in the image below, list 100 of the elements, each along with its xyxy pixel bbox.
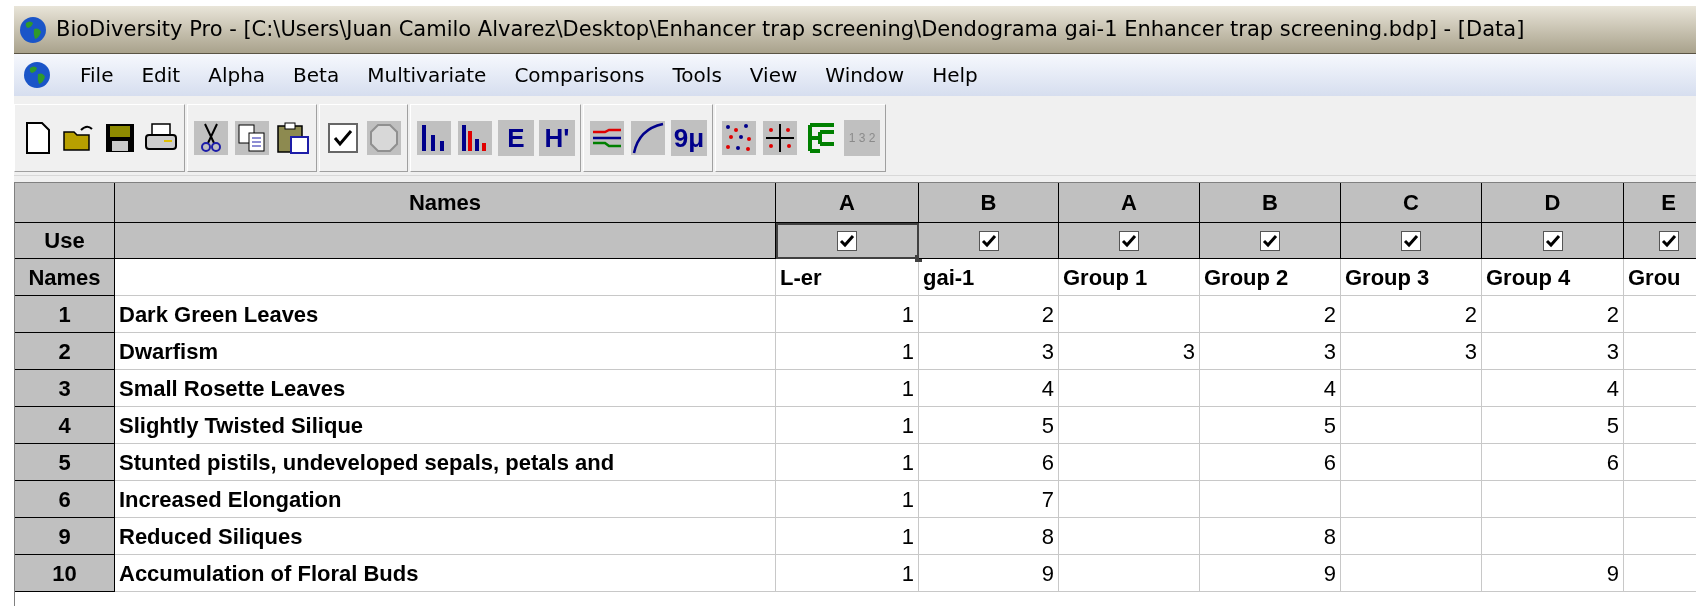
table-cell: 1 [776, 555, 919, 592]
checkbox-icon[interactable] [327, 121, 359, 154]
row-number: 1 [15, 296, 115, 333]
table-cell: 1 [776, 370, 919, 407]
table-cell: 6 [1200, 444, 1341, 481]
app-icon [18, 14, 48, 45]
row-number: 10 [15, 555, 115, 592]
checkbox[interactable] [1658, 230, 1679, 251]
row-name: Stunted pistils, undeveloped sepals, petals and [115, 444, 776, 481]
use-cell[interactable] [1059, 223, 1200, 259]
checkbox[interactable] [837, 230, 857, 251]
column-header: B [919, 183, 1059, 223]
menu-item[interactable]: View [749, 60, 798, 90]
folder-icon[interactable] [63, 123, 95, 152]
table-cell: 1 [776, 518, 919, 555]
menu-item[interactable]: Help [932, 60, 978, 90]
table-cell: 2 [919, 296, 1059, 333]
crosshair-icon[interactable] [763, 120, 797, 155]
row-header: Use [15, 223, 115, 259]
printer-icon[interactable] [144, 122, 178, 153]
checkbox[interactable] [1119, 230, 1139, 251]
column-header: B [1200, 183, 1341, 223]
row-name: Increased Elongation [115, 481, 776, 518]
table-cell: 9 [1200, 555, 1341, 592]
table-cell: 8 [1200, 518, 1341, 555]
use-cell[interactable] [1482, 223, 1624, 259]
row-name: Accumulation of Floral Buds [115, 555, 776, 592]
row-number: 4 [15, 407, 115, 444]
row-number: 5 [15, 444, 115, 481]
lines-icon[interactable] [590, 120, 624, 155]
checkbox[interactable] [978, 230, 999, 251]
scissors-icon[interactable] [194, 120, 228, 155]
table-cell: 6 [919, 444, 1059, 481]
checkbox[interactable] [1542, 230, 1563, 251]
copy-icon[interactable] [235, 120, 269, 155]
column-name: gai-1 [919, 259, 1059, 296]
column-name: Group 3 [1341, 259, 1482, 296]
menu-item[interactable]: Beta [293, 60, 340, 90]
clipboard-icon[interactable] [276, 120, 310, 155]
table-cell: 9 [919, 555, 1059, 592]
octagon-icon[interactable] [367, 120, 401, 155]
row-number: 3 [15, 370, 115, 407]
column-header: E [1624, 183, 1696, 223]
window-title: BioDiversity Pro - [C:\Users\Juan Camilo Alvarez\Desktop\Enhancer trap screening\Dendograma gai-1 Enhancer trap screening.bdp] - [Data] [56, 15, 1525, 43]
table-cell: 2 [1482, 296, 1624, 333]
use-cell[interactable] [1624, 223, 1696, 259]
table-cell: 6 [1482, 444, 1624, 481]
table-cell: 4 [1482, 370, 1624, 407]
row-name: Dark Green Leaves [115, 296, 776, 333]
bar-chart-icon[interactable] [458, 120, 492, 155]
column-header: D [1482, 183, 1624, 223]
table-cell: 1 [776, 296, 919, 333]
table-cell: 4 [919, 370, 1059, 407]
table-cell: 2 [1200, 296, 1341, 333]
bar-chart-icon[interactable] [417, 120, 451, 155]
table-cell: 9 [1482, 555, 1624, 592]
symbol-button[interactable]: E [498, 119, 534, 156]
column-header: Names [115, 183, 776, 223]
table-cell: 3 [919, 333, 1059, 370]
symbol-button[interactable]: 9μ [671, 119, 707, 156]
row-header: Names [15, 259, 115, 296]
column-header: C [1341, 183, 1482, 223]
checkbox[interactable] [1260, 230, 1280, 251]
row-number: 2 [15, 333, 115, 370]
table-cell: 3 [1059, 333, 1200, 370]
table-cell: 3 [1200, 333, 1341, 370]
menu-item[interactable]: Multivariate [367, 60, 487, 90]
table-cell: 1 [776, 407, 919, 444]
use-cell[interactable] [919, 223, 1059, 259]
table-cell: 1 [776, 481, 919, 518]
table-cell: 3 [1341, 333, 1482, 370]
menu-item[interactable]: Window [825, 60, 905, 90]
table-cell: 5 [1200, 407, 1341, 444]
menu-item[interactable]: Comparisons [514, 60, 645, 90]
column-name: Group 2 [1200, 259, 1341, 296]
use-cell[interactable] [776, 223, 919, 259]
menu-item[interactable]: Tools [672, 60, 722, 90]
dots-icon[interactable] [722, 120, 756, 155]
table-cell: 3 [1482, 333, 1624, 370]
menu-item[interactable]: File [80, 60, 114, 90]
column-name: Grou [1624, 259, 1696, 296]
curve-icon[interactable] [631, 120, 665, 155]
row-name: Small Rosette Leaves [115, 370, 776, 407]
table-cell: 4 [1200, 370, 1341, 407]
table-cell: 5 [1482, 407, 1624, 444]
menu-item[interactable]: Alpha [208, 60, 266, 90]
table-cell: 5 [919, 407, 1059, 444]
row-number: 9 [15, 518, 115, 555]
symbol-button[interactable]: H' [539, 119, 575, 156]
new-document-icon[interactable] [25, 121, 51, 154]
table-cell: 1 [776, 444, 919, 481]
checkbox[interactable] [1401, 230, 1421, 251]
column-name: Group 4 [1482, 259, 1624, 296]
use-cell[interactable] [1341, 223, 1482, 259]
menu-item[interactable]: Edit [141, 60, 181, 90]
column-header: A [776, 183, 919, 223]
use-cell[interactable] [1200, 223, 1341, 259]
table-cell: 8 [919, 518, 1059, 555]
column-name: Group 1 [1059, 259, 1200, 296]
table-cell: 2 [1341, 296, 1482, 333]
